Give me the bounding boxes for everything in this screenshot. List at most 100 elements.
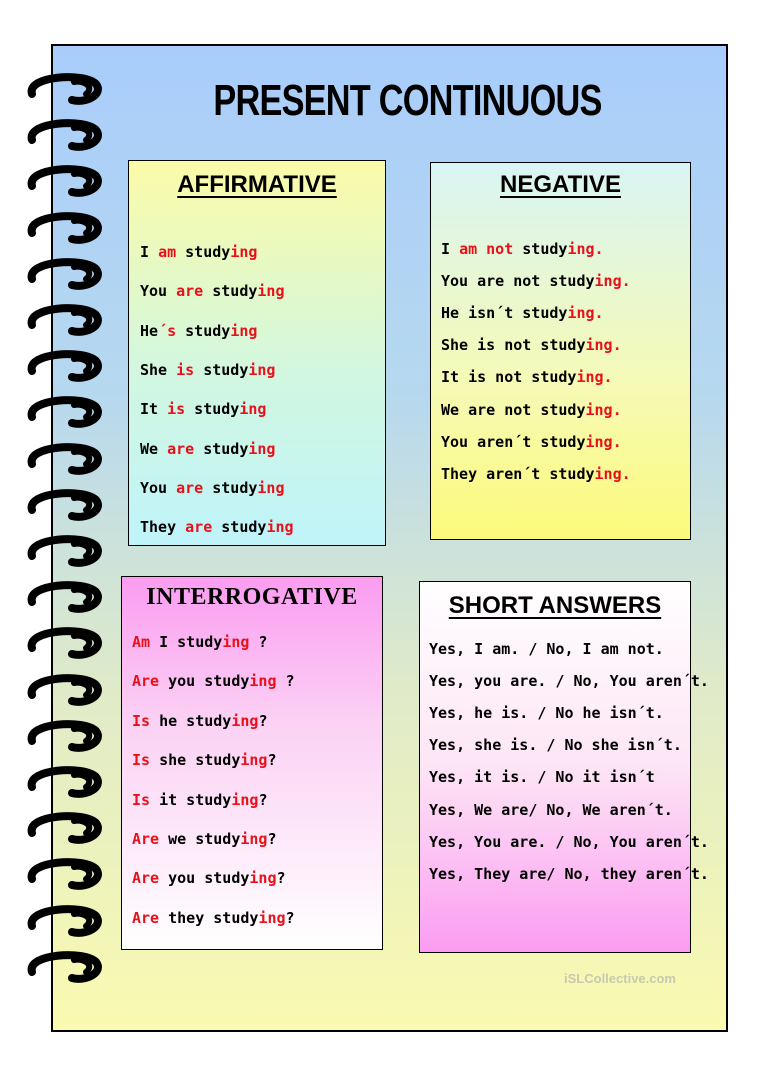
line-text: It is not study <box>441 368 577 387</box>
highlighted-text: are <box>176 282 204 301</box>
line-text: Yes, You are. / No, You aren´t. <box>429 832 709 851</box>
highlighted-text: ing <box>231 790 259 809</box>
highlighted-text: ing <box>266 518 294 537</box>
line-text: She <box>140 360 177 379</box>
highlighted-text: is <box>176 360 195 379</box>
spiral-ring-icon <box>27 488 102 521</box>
spiral-ring-icon <box>27 442 102 475</box>
interrogative-line: Are you studying ? <box>132 672 295 690</box>
line-text: study <box>212 518 267 537</box>
line-text: study <box>185 400 240 419</box>
line-text: He isn´t study <box>441 304 568 323</box>
negative-box: NEGATIVE I am not studying. You are not s… <box>430 162 691 540</box>
line-text: they study <box>159 908 259 927</box>
highlighted-text: is <box>167 400 186 419</box>
affirmative-line: We are studying <box>140 440 275 458</box>
interrogative-line: Is it studying? <box>132 791 267 809</box>
line-text: study <box>176 321 231 340</box>
highlighted-text: am not <box>459 240 514 258</box>
highlighted-text: ing <box>230 321 258 340</box>
line-text: study <box>194 360 249 379</box>
highlighted-text: ing. <box>567 304 604 323</box>
line-text: Yes, she is. / No she isn´t. <box>429 736 682 755</box>
short-answers-line: Yes, it is. / No it isn´t <box>429 768 655 786</box>
highlighted-text: are <box>176 478 204 497</box>
line-text: study <box>513 240 568 258</box>
short-answers-line: Yes, I am. / No, I am not. <box>429 640 664 658</box>
highlighted-text: ing. <box>585 336 622 355</box>
highlighted-text: Am <box>132 633 151 651</box>
highlighted-text: Is <box>132 751 151 770</box>
line-text: I study <box>150 633 223 651</box>
line-text: They <box>140 518 186 537</box>
highlighted-text: ing <box>230 243 258 261</box>
highlighted-text: ing. <box>594 272 631 291</box>
negative-line: You aren´t studying. <box>441 433 622 451</box>
affirmative-line: You are studying <box>140 282 285 300</box>
spiral-ring-icon <box>27 904 102 937</box>
line-text: You are not study <box>441 272 595 291</box>
short-answers-line: Yes, They are/ No, they aren´t. <box>429 865 709 883</box>
highlighted-text: ing <box>257 282 285 301</box>
spiral-ring-icon <box>27 396 102 429</box>
spiral-ring-icon <box>27 350 102 383</box>
watermark: iSLCollective.com <box>564 971 676 986</box>
highlighted-text: are <box>185 518 213 537</box>
line-text: study <box>203 478 258 497</box>
highlighted-text: ing. <box>567 240 604 258</box>
spiral-ring-icon <box>27 812 102 845</box>
spiral-ring-icon <box>27 165 102 198</box>
short-answers-box: SHORT ANSWERS Yes, I am. / No, I am not.… <box>419 581 709 953</box>
line-text: study <box>176 243 231 261</box>
highlighted-text: ´s <box>158 321 177 340</box>
affirmative-heading: AFFIRMATIVE <box>177 171 337 198</box>
interrogative-box: INTERROGATIVE Am I studying ? Are you stu… <box>121 576 383 950</box>
line-text: Yes, I am. / No, I am not. <box>429 640 664 658</box>
line-text: ? <box>285 908 295 927</box>
highlighted-text: am <box>158 243 177 261</box>
line-text: study <box>194 439 249 458</box>
line-text: ? <box>258 711 268 730</box>
line-text: study <box>203 282 258 301</box>
highlighted-text: ing. <box>576 368 613 387</box>
interrogative-line: Are you studying? <box>132 869 286 887</box>
spiral-ring-icon <box>27 719 102 752</box>
short-answers-line: Yes, she is. / No she isn´t. <box>429 736 682 754</box>
highlighted-text: ing <box>257 478 285 497</box>
highlighted-text: ing. <box>585 432 622 451</box>
line-text: Yes, you are. / No, You aren´t. <box>429 672 709 691</box>
short-answers-line: Yes, You are. / No, You aren´t. <box>429 833 709 851</box>
line-text: she study <box>150 751 241 770</box>
line-text: It <box>140 400 168 419</box>
spiral-ring-icon <box>27 581 102 614</box>
spiral-ring-icon <box>27 766 102 798</box>
interrogative-line: Are they studying? <box>132 909 295 927</box>
line-text: ? <box>267 751 277 770</box>
highlighted-text: ing <box>231 711 259 730</box>
interrogative-line: Am I studying ? <box>132 633 267 651</box>
affirmative-line: She is studying <box>140 361 275 379</box>
highlighted-text: Is <box>132 711 151 730</box>
highlighted-text: Are <box>132 672 160 691</box>
line-text: Yes, They are/ No, they aren´t. <box>429 864 709 883</box>
page-title: PRESENT CONTINUOUS <box>213 76 602 125</box>
line-text: I <box>140 243 159 261</box>
line-text: ? <box>258 790 268 809</box>
negative-heading: NEGATIVE <box>500 171 621 198</box>
highlighted-text: ing <box>240 830 268 848</box>
highlighted-text: ing <box>248 360 276 379</box>
interrogative-heading: INTERROGATIVE <box>146 584 358 610</box>
short-answers-heading: SHORT ANSWERS <box>448 592 662 619</box>
short-answers-line: Yes, you are. / No, You aren´t. <box>429 672 709 690</box>
highlighted-text: ing <box>258 908 286 927</box>
negative-line: They aren´t studying. <box>441 465 631 483</box>
highlighted-text: Are <box>132 908 160 927</box>
line-text: We are not study <box>441 400 586 419</box>
line-text: you study <box>159 672 250 691</box>
line-text: we study <box>159 830 241 848</box>
line-text: You <box>140 282 177 301</box>
highlighted-text: ing <box>249 869 277 888</box>
negative-line: We are not studying. <box>441 401 622 419</box>
affirmative-line: You are studying <box>140 479 285 497</box>
affirmative-line: They are studying <box>140 518 294 536</box>
